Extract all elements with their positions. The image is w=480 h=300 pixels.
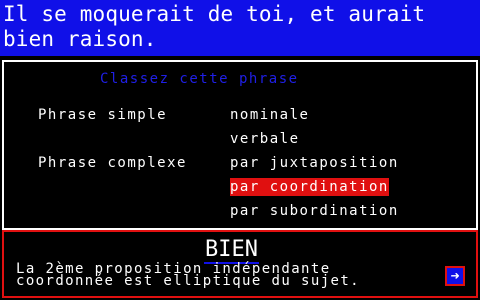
option-par-coordination[interactable]: par coordination — [230, 178, 389, 196]
sentence-banner: Il se moquerait de toi, et aurait bien r… — [0, 0, 480, 56]
sentence-text: Il se moquerait de toi, et aurait bien r… — [3, 2, 438, 51]
next-button[interactable]: ➜ — [445, 266, 465, 286]
explanation-text: La 2ème proposition indépendante coordon… — [16, 262, 436, 289]
option-par-juxtaposition[interactable]: par juxtaposition — [230, 154, 399, 172]
option-nominale[interactable]: nominale — [230, 106, 309, 124]
panel-title: Classez cette phrase — [100, 71, 299, 87]
phrase-simple-label: Phrase simple — [38, 107, 168, 123]
phrase-complexe-label: Phrase complexe — [38, 155, 187, 171]
explanation-line-2: coordonnée est elliptique du sujet. — [16, 273, 361, 289]
option-verbale[interactable]: verbale — [230, 130, 300, 148]
option-par-subordination[interactable]: par subordination — [230, 202, 399, 220]
classify-panel: Classez cette phrase Phrase simple nomin… — [2, 60, 478, 230]
right-arrow-icon: ➜ — [447, 268, 463, 284]
feedback-panel: BIEN La 2ème proposition indépendante co… — [2, 230, 478, 298]
